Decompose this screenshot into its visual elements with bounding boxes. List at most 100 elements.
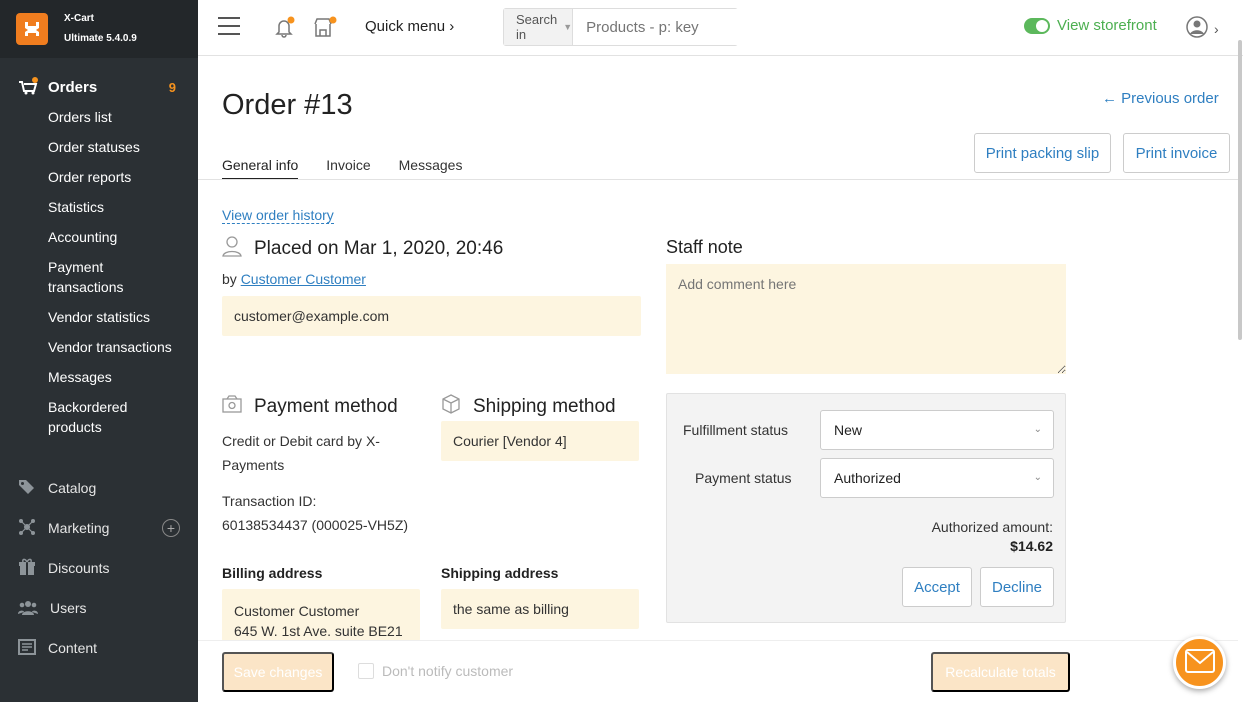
users-icon [18,599,38,618]
payment-status-label: Payment status [695,470,792,486]
x-cart-logo-icon [16,13,48,45]
customer-email: customer@example.com [222,296,641,336]
recalculate-totals-button[interactable]: Recalculate totals [931,652,1070,692]
view-storefront-link[interactable]: View storefront [1024,17,1157,34]
print-invoice-button[interactable]: Print invoice [1123,133,1230,173]
orders-icon [18,76,38,98]
sidebar-item-label: Orders [48,78,98,96]
order-tabs: General info Invoice Messages [222,157,490,180]
tab-invoice[interactable]: Invoice [326,157,370,180]
payment-method-heading: Payment method [222,394,398,420]
tag-icon [18,479,36,498]
dont-notify-checkbox[interactable]: Don't notify customer [358,663,513,679]
fulfillment-status-select[interactable]: New ⌄ [820,410,1054,450]
storefront-toggle-icon[interactable] [1024,17,1050,34]
payment-status-select[interactable]: Authorized ⌄ [820,458,1054,498]
sidebar-item-marketing[interactable]: Marketing + [0,508,198,548]
content-icon [18,638,36,658]
customer-person-icon [222,235,242,263]
staff-note-textarea[interactable] [666,264,1066,374]
sidebar-item-label: Content [48,640,98,656]
tab-divider [198,179,1238,180]
sidebar-subitem-orders-list[interactable]: Orders list [0,102,198,132]
sidebar-subitem-backordered-products[interactable]: Backordered products [0,392,150,442]
search-bar: Search in ▼ [503,8,786,46]
brand-edition: Ultimate 5.4.0.9 [64,33,137,44]
shipping-address-heading: Shipping address [441,565,559,581]
quick-menu-button[interactable]: Quick menu › [365,18,454,35]
payment-method-value: Credit or Debit card by X-Payments [222,433,380,473]
sidebar-item-orders[interactable]: Orders 9 [0,72,198,102]
save-changes-button[interactable]: Save changes [222,652,334,692]
search-input[interactable] [573,9,786,45]
search-in-dropdown[interactable]: Search in ▼ [504,9,574,45]
sidebar-item-catalog[interactable]: Catalog [0,468,198,508]
brand-name: X-Cart [64,13,95,24]
transaction-id-label: Transaction ID: [222,493,317,509]
chevron-down-icon: ⌄ [1033,424,1042,435]
billing-address-box: Customer Customer 645 W. 1st Ave. suite … [222,589,420,641]
sidebar-subitem-vendor-transactions[interactable]: Vendor transactions [0,332,198,362]
billing-address-heading: Billing address [222,565,323,581]
chevron-down-icon: ⌄ [1033,472,1042,483]
sidebar-item-label: Catalog [48,480,97,496]
placed-on-text: Placed on Mar 1, 2020, 20:46 [254,238,504,259]
sidebar-subitem-order-statuses[interactable]: Order statuses [0,132,198,162]
by-prefix: by [222,271,237,287]
chat-support-button[interactable] [1173,636,1226,689]
sidebar-item-discounts[interactable]: Discounts [0,548,198,588]
page-title: Order #13 [222,89,353,121]
placed-on-heading: Placed on Mar 1, 2020, 20:46 [222,235,503,263]
previous-order-link[interactable]: ← Previous order [1102,90,1219,107]
box-package-icon [441,394,461,420]
store-icon[interactable] [313,16,337,41]
checkbox-icon[interactable] [358,663,374,679]
fulfillment-status-value: New [834,422,863,438]
search-in-label: Search in [516,12,558,42]
accept-button[interactable]: Accept [902,567,972,607]
view-storefront-label: View storefront [1057,17,1157,34]
gift-icon [18,558,36,579]
sidebar-subitem-statistics[interactable]: Statistics [0,192,198,222]
staff-note-heading: Staff note [666,237,743,257]
sidebar-subitem-order-reports[interactable]: Order reports [0,162,198,192]
sidebar: X-Cart Ultimate 5.4.0.9 Orders 9 Orders … [0,0,198,702]
print-packing-slip-button[interactable]: Print packing slip [974,133,1111,173]
shipping-address-value: the same as billing [441,589,639,629]
dont-notify-label: Don't notify customer [382,663,514,679]
bell-notifications-icon[interactable] [274,16,296,41]
decline-button[interactable]: Decline [980,567,1054,607]
menu-hamburger-icon[interactable] [218,17,240,35]
billing-name: Customer Customer [234,603,360,619]
payment-method-title: Payment method [254,396,398,417]
shipping-method-heading: Shipping method [441,394,616,420]
sidebar-item-users[interactable]: Users [0,588,198,628]
sidebar-subitem-accounting[interactable]: Accounting [0,222,198,252]
sidebar-item-content[interactable]: Content [0,628,198,668]
chevron-right-icon: › [1214,20,1219,37]
sidebar-item-label: Discounts [48,560,110,576]
chevron-down-icon: ▼ [563,22,573,32]
payment-status-value: Authorized [834,470,901,486]
tab-general-info[interactable]: General info [222,157,299,180]
expand-plus-icon[interactable]: + [162,519,180,537]
billing-line1: 645 W. 1st Ave. suite BE21 [234,623,403,639]
sidebar-subitem-vendor-statistics[interactable]: Vendor statistics [0,302,198,332]
account-menu[interactable]: › [1186,16,1219,41]
tab-messages[interactable]: Messages [399,157,463,180]
order-page: Order #13 ← Previous order Print packing… [198,57,1238,702]
user-avatar-icon [1186,16,1208,41]
payment-camera-icon [222,394,242,420]
page-scrollbar[interactable] [1238,40,1242,340]
shipping-method-value: Courier [Vendor 4] [441,421,639,461]
sidebar-subitem-messages[interactable]: Messages [0,362,198,392]
shipping-method-title: Shipping method [473,396,616,417]
view-order-history-link[interactable]: View order history [222,207,334,224]
fulfillment-status-label: Fulfillment status [683,422,789,438]
placed-by: by Customer Customer [222,271,366,287]
sidebar-subitem-payment-transactions[interactable]: Payment transactions [0,252,150,302]
brand[interactable]: X-Cart Ultimate 5.4.0.9 [0,0,198,58]
customer-name-link[interactable]: Customer Customer [241,271,366,287]
authorized-amount-value: $14.62 [1010,538,1053,554]
authorized-amount-label: Authorized amount: [931,519,1053,535]
